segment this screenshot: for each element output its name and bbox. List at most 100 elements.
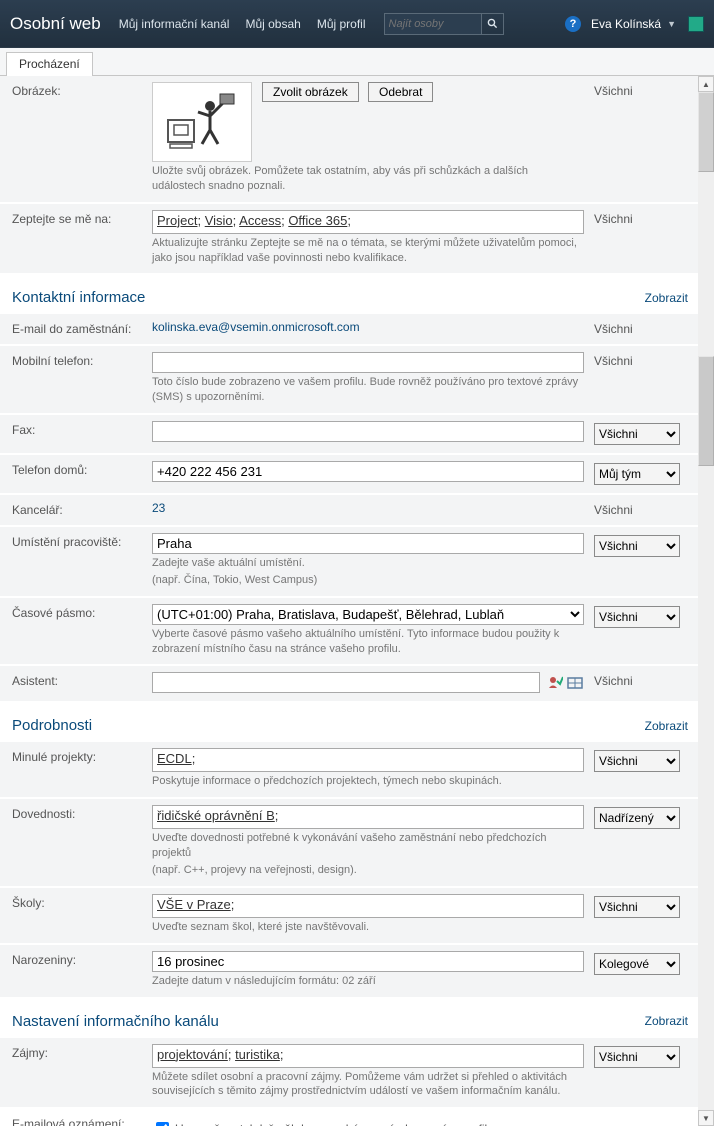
field-label: Obrázek:	[12, 82, 152, 98]
field-label: Mobilní telefon:	[12, 352, 152, 368]
field-label: Fax:	[12, 421, 152, 437]
nav-my-profile[interactable]: Můj profil	[317, 17, 366, 31]
check-names-icon[interactable]	[546, 674, 564, 692]
privacy-select[interactable]: Kolegové	[594, 953, 680, 975]
row-home-phone: Telefon domů: Můj tým	[0, 455, 698, 493]
field-label: E-mail do zaměstnání:	[12, 320, 152, 336]
help-text: Aktualizujte stránku Zeptejte se mě na o…	[152, 236, 584, 266]
help-text: Můžete sdílet osobní a pracovní zájmy. P…	[152, 1070, 584, 1100]
row-office: Kancelář: 23 Všichni	[0, 495, 698, 525]
privacy-static: Všichni	[594, 672, 688, 688]
row-assistant: Asistent: Všichni	[0, 666, 698, 701]
birthday-input[interactable]	[152, 951, 584, 972]
privacy-static: Všichni	[594, 352, 688, 368]
profile-edit-form: Obrázek:	[0, 76, 698, 1126]
timezone-select[interactable]: (UTC+01:00) Praha, Bratislava, Budapešť,…	[152, 604, 584, 625]
schools-input[interactable]: VŠE v Praze;	[152, 894, 584, 918]
browse-people-icon[interactable]	[566, 674, 584, 692]
field-label: Asistent:	[12, 672, 152, 688]
row-skills: Dovednosti: řidičské oprávnění B; Uveďte…	[0, 799, 698, 886]
assistant-input[interactable]	[152, 672, 540, 693]
row-interests: Zájmy: projektování; turistika; Můžete s…	[0, 1038, 698, 1108]
skills-input[interactable]: řidičské oprávnění B;	[152, 805, 584, 829]
email-link[interactable]: kolinska.eva@vsemin.onmicrosoft.com	[152, 320, 360, 334]
fax-input[interactable]	[152, 421, 584, 442]
privacy-static: Všichni	[594, 320, 688, 336]
help-text: Uveďte seznam škol, které jste navštěvov…	[152, 920, 584, 935]
people-search	[384, 13, 504, 35]
privacy-select[interactable]: Všichni	[594, 896, 680, 918]
field-label: Zeptejte se mě na:	[12, 210, 152, 226]
privacy-select[interactable]: Všichni	[594, 750, 680, 772]
field-label: E-mailová oznámení:	[12, 1115, 152, 1126]
privacy-static: Všichni	[594, 210, 688, 226]
row-past-projects: Minulé projekty: ECDL; Poskytuje informa…	[0, 742, 698, 797]
row-timezone: Časové pásmo: (UTC+01:00) Praha, Bratisl…	[0, 598, 698, 665]
field-label: Školy:	[12, 894, 152, 910]
help-text: Toto číslo bude zobrazeno ve vašem profi…	[152, 375, 584, 405]
help-icon[interactable]: ?	[565, 16, 581, 32]
section-feed-settings: Nastavení informačního kanálu Zobrazit	[0, 999, 698, 1038]
home-phone-input[interactable]	[152, 461, 584, 482]
field-label: Telefon domů:	[12, 461, 152, 477]
help-text: (např. Čína, Tokio, West Campus)	[152, 573, 584, 588]
section-contact-info: Kontaktní informace Zobrazit	[0, 275, 698, 314]
top-navigation-bar: Osobní web Můj informační kanál Můj obsa…	[0, 0, 714, 48]
row-picture: Obrázek:	[0, 76, 698, 202]
help-text: Uložte svůj obrázek. Pomůžete tak ostatn…	[152, 164, 584, 194]
show-link[interactable]: Zobrazit	[645, 719, 688, 733]
field-label: Zájmy:	[12, 1044, 152, 1060]
privacy-select[interactable]: Všichni	[594, 423, 680, 445]
privacy-select[interactable]: Všichni	[594, 1046, 680, 1068]
search-icon[interactable]	[482, 13, 504, 35]
scroll-thumb[interactable]	[698, 92, 714, 172]
row-location: Umístění pracoviště: Zadejte vaše aktuál…	[0, 527, 698, 596]
section-title: Nastavení informačního kanálu	[12, 1013, 219, 1030]
help-text: Poskytuje informace o předchozích projek…	[152, 774, 584, 789]
projects-input[interactable]: ECDL;	[152, 748, 584, 772]
current-user-menu[interactable]: Eva Kolínská	[591, 17, 661, 31]
scroll-up-icon[interactable]: ▲	[698, 76, 714, 92]
interests-input[interactable]: projektování; turistika;	[152, 1044, 584, 1068]
ribbon: Procházení	[0, 48, 714, 76]
ask-me-input[interactable]: Project; Visio; Access; Office 365;	[152, 210, 584, 234]
help-text: Vyberte časové pásmo vašeho aktuálního u…	[152, 627, 584, 657]
choose-picture-button[interactable]: Zvolit obrázek	[262, 82, 359, 102]
privacy-select[interactable]: Můj tým	[594, 463, 680, 485]
help-text: Uveďte dovednosti potřebné k vykonávání …	[152, 831, 584, 861]
scroll-down-icon[interactable]: ▼	[698, 1110, 714, 1126]
show-link[interactable]: Zobrazit	[645, 291, 688, 305]
privacy-select[interactable]: Všichni	[594, 606, 680, 628]
privacy-static: Všichni	[594, 501, 688, 517]
search-input[interactable]	[384, 13, 482, 35]
row-fax: Fax: Všichni	[0, 415, 698, 453]
section-title: Kontaktní informace	[12, 289, 145, 306]
nav-my-content[interactable]: Můj obsah	[245, 17, 300, 31]
help-text: Zadejte vaše aktuální umístění.	[152, 556, 584, 571]
field-label: Narozeniny:	[12, 951, 152, 967]
remove-picture-button[interactable]: Odebrat	[368, 82, 433, 102]
site-title[interactable]: Osobní web	[10, 14, 101, 34]
field-label: Kancelář:	[12, 501, 152, 517]
office-value: 23	[152, 501, 165, 515]
privacy-select[interactable]: Nadřízený	[594, 807, 680, 829]
nav-my-feed[interactable]: Můj informační kanál	[119, 17, 230, 31]
row-mobile-phone: Mobilní telefon: Toto číslo bude zobraze…	[0, 346, 698, 413]
tab-browse[interactable]: Procházení	[6, 52, 93, 76]
mobile-phone-input[interactable]	[152, 352, 584, 373]
field-label: Dovednosti:	[12, 805, 152, 821]
vertical-scrollbar[interactable]: ▲ ▼	[698, 76, 714, 1126]
privacy-select[interactable]: Všichni	[594, 535, 680, 557]
profile-picture-preview	[152, 82, 252, 162]
checkbox-label: Upozorňovat, když někdo zanechá poznámku…	[175, 1122, 494, 1126]
field-label: Umístění pracoviště:	[12, 533, 152, 549]
section-details: Podrobnosti Zobrazit	[0, 703, 698, 742]
show-link[interactable]: Zobrazit	[645, 1014, 688, 1028]
notify-profile-note-checkbox[interactable]	[156, 1122, 169, 1126]
privacy-static: Všichni	[594, 82, 688, 98]
field-label: Časové pásmo:	[12, 604, 152, 620]
location-input[interactable]	[152, 533, 584, 554]
help-text: Zadejte datum v následujícím formátu: 02…	[152, 974, 584, 989]
scroll-thumb[interactable]	[698, 356, 714, 466]
app-launcher-icon[interactable]	[688, 16, 704, 32]
